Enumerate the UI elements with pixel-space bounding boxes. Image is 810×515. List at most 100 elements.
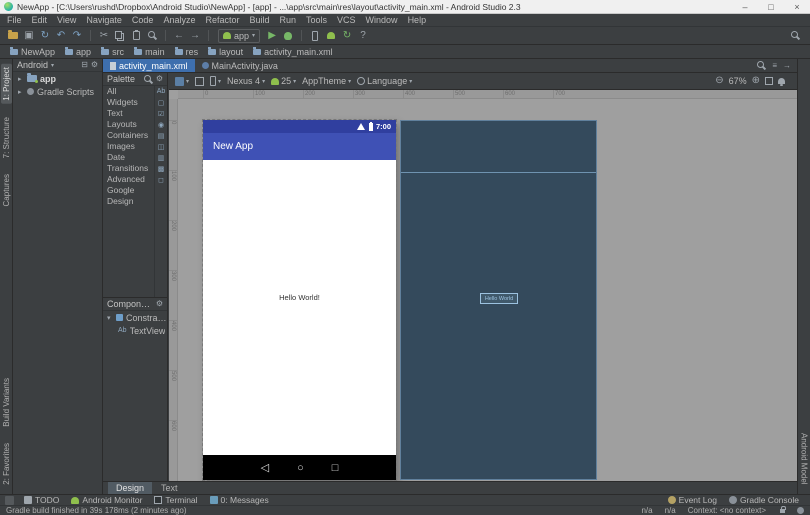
search-everywhere-icon[interactable]	[791, 31, 800, 40]
forward-icon[interactable]: →	[188, 29, 202, 43]
toolwindow-button-event-log[interactable]: Event Log	[662, 495, 723, 505]
tab-options-icon[interactable]: ≡	[772, 62, 777, 70]
menu-item[interactable]: Window	[361, 15, 403, 25]
toolwindow-button-messages[interactable]: 0: Messages	[204, 495, 275, 505]
toolwindow-button-build-variants[interactable]: Build Variants	[1, 375, 12, 430]
palette-widget-icon[interactable]: Ab	[157, 86, 166, 97]
menu-item[interactable]: Code	[127, 15, 159, 25]
expand-arrow-icon[interactable]: ▸	[18, 88, 24, 96]
menu-item[interactable]: VCS	[332, 15, 361, 25]
palette-category[interactable]: Google	[103, 185, 154, 196]
language-select[interactable]: Language ▾	[357, 76, 412, 86]
palette-widget-icon[interactable]: ◫	[158, 141, 165, 152]
search-icon[interactable]	[757, 61, 766, 70]
device-content[interactable]: Hello World!	[203, 160, 396, 455]
breadcrumb-item[interactable]: layout	[203, 47, 248, 57]
zoom-out-icon[interactable]: ⊖	[715, 76, 723, 86]
design-canvas[interactable]: 0100200300400500600700 01002003004005006…	[169, 90, 797, 481]
debug-icon[interactable]	[281, 29, 295, 43]
paste-icon[interactable]	[129, 29, 143, 43]
hide-panel-icon[interactable]: →	[783, 62, 791, 70]
menu-item[interactable]: Edit	[27, 15, 53, 25]
palette-category[interactable]: Text	[103, 108, 154, 119]
cut-icon[interactable]: ✂	[97, 29, 111, 43]
component-tree-item-constraintlayout[interactable]: ▾ ConstraintLayout	[103, 311, 167, 324]
palette-widget-icon[interactable]: ▤	[158, 130, 165, 141]
toolwindow-button-project[interactable]: 1: Project	[1, 64, 12, 104]
surface-mode-select[interactable]: ▾	[175, 77, 189, 86]
breadcrumb-item[interactable]: app	[60, 47, 96, 57]
toolwindow-button-structure[interactable]: 7: Structure	[1, 114, 12, 161]
breadcrumb-item[interactable]: res	[170, 47, 204, 57]
hello-world-textview[interactable]: Hello World!	[203, 293, 396, 302]
context-indicator[interactable]: Context: <no context>	[688, 506, 766, 515]
theme-select[interactable]: AppTheme ▾	[302, 76, 351, 86]
help-icon[interactable]: ?	[356, 29, 370, 43]
palette-category[interactable]: Advanced	[103, 174, 154, 185]
gear-icon[interactable]: ⚙	[156, 300, 163, 308]
caret-position[interactable]: n/a	[641, 506, 652, 515]
toolwindow-button-favorites[interactable]: 2: Favorites	[1, 440, 12, 488]
menu-item[interactable]: Refactor	[200, 15, 244, 25]
run-configuration-select[interactable]: app ▾	[218, 29, 260, 43]
toolwindow-button-gradle-console[interactable]: Gradle Console	[723, 495, 805, 505]
file-encoding[interactable]: n/a	[665, 506, 676, 515]
menu-item[interactable]: Build	[244, 15, 274, 25]
notifications-bell-icon[interactable]	[778, 78, 785, 84]
open-icon[interactable]	[6, 29, 20, 43]
toolwindow-button-android-model[interactable]: Android Model	[799, 430, 810, 488]
zoom-fit-icon[interactable]	[765, 77, 773, 85]
palette-category[interactable]: Widgets	[103, 97, 154, 108]
breadcrumb-item[interactable]: main	[129, 47, 170, 57]
menu-item[interactable]: Help	[403, 15, 432, 25]
palette-category[interactable]: Containers	[103, 130, 154, 141]
breadcrumb-item[interactable]: activity_main.xml	[248, 47, 338, 57]
save-all-icon[interactable]: ▣	[22, 29, 36, 43]
sdk-manager-icon[interactable]	[324, 29, 338, 43]
menu-item[interactable]: Analyze	[158, 15, 200, 25]
undo-icon[interactable]: ↶	[54, 29, 68, 43]
status-message[interactable]: Gradle build finished in 39s 178ms (2 mi…	[6, 506, 187, 515]
palette-category[interactable]: Images	[103, 141, 154, 152]
palette-widget-icon[interactable]: ▩	[158, 163, 165, 174]
close-button[interactable]: ×	[784, 0, 810, 13]
minimize-button[interactable]: –	[732, 0, 758, 13]
maximize-button[interactable]: □	[758, 0, 784, 13]
palette-category[interactable]: Design	[103, 196, 154, 207]
blueprint-textview[interactable]: Hello World	[480, 293, 518, 304]
toolwindow-button-captures[interactable]: Captures	[1, 171, 12, 209]
collapse-all-icon[interactable]: ⊟	[81, 61, 88, 69]
tab-design[interactable]: Design	[108, 482, 152, 494]
toolwindow-switcher-icon[interactable]	[5, 496, 14, 505]
breadcrumb-item[interactable]: NewApp	[5, 47, 60, 57]
palette-category[interactable]: Layouts	[103, 119, 154, 130]
device-preview[interactable]: 7:00 New App Hello World! ◁ ○ □	[203, 120, 396, 480]
menu-item[interactable]: File	[2, 15, 27, 25]
palette-category[interactable]: Date	[103, 152, 154, 163]
inspections-profile-icon[interactable]	[797, 507, 804, 514]
toolwindow-button-todo[interactable]: TODO	[18, 495, 65, 505]
run-icon[interactable]: ▶	[265, 29, 279, 43]
palette-widget-icon[interactable]: ◻	[158, 174, 164, 185]
project-view-mode[interactable]: Android	[17, 60, 48, 70]
gear-icon[interactable]: ⚙	[156, 75, 163, 83]
gear-icon[interactable]: ⚙	[91, 61, 98, 69]
expand-arrow-icon[interactable]: ▾	[107, 314, 113, 322]
device-select[interactable]: Nexus 4 ▾	[227, 76, 265, 86]
expand-arrow-icon[interactable]: ▸	[18, 75, 24, 83]
editor-tab-activity-main-xml[interactable]: activity_main.xml	[103, 59, 195, 72]
palette-category[interactable]: All	[103, 86, 154, 97]
palette-search-icon[interactable]	[144, 75, 153, 84]
palette-widget-icon[interactable]: ☑	[158, 108, 164, 119]
blueprint-view[interactable]: Hello World	[400, 120, 597, 480]
back-icon[interactable]: ←	[172, 29, 186, 43]
sync-icon[interactable]: ↻	[38, 29, 52, 43]
editor-tab-mainactivity-java[interactable]: MainActivity.java	[195, 59, 285, 72]
component-tree-item-textview[interactable]: Ab TextView	[103, 324, 167, 337]
project-tree-item-app[interactable]: ▸ app	[13, 72, 102, 85]
palette-widget-icon[interactable]: ▢	[158, 97, 165, 108]
menu-item[interactable]: Run	[275, 15, 302, 25]
palette-widget-icon[interactable]: ▥	[158, 152, 165, 163]
avd-manager-icon[interactable]	[308, 29, 322, 43]
tab-text[interactable]: Text	[153, 482, 186, 494]
